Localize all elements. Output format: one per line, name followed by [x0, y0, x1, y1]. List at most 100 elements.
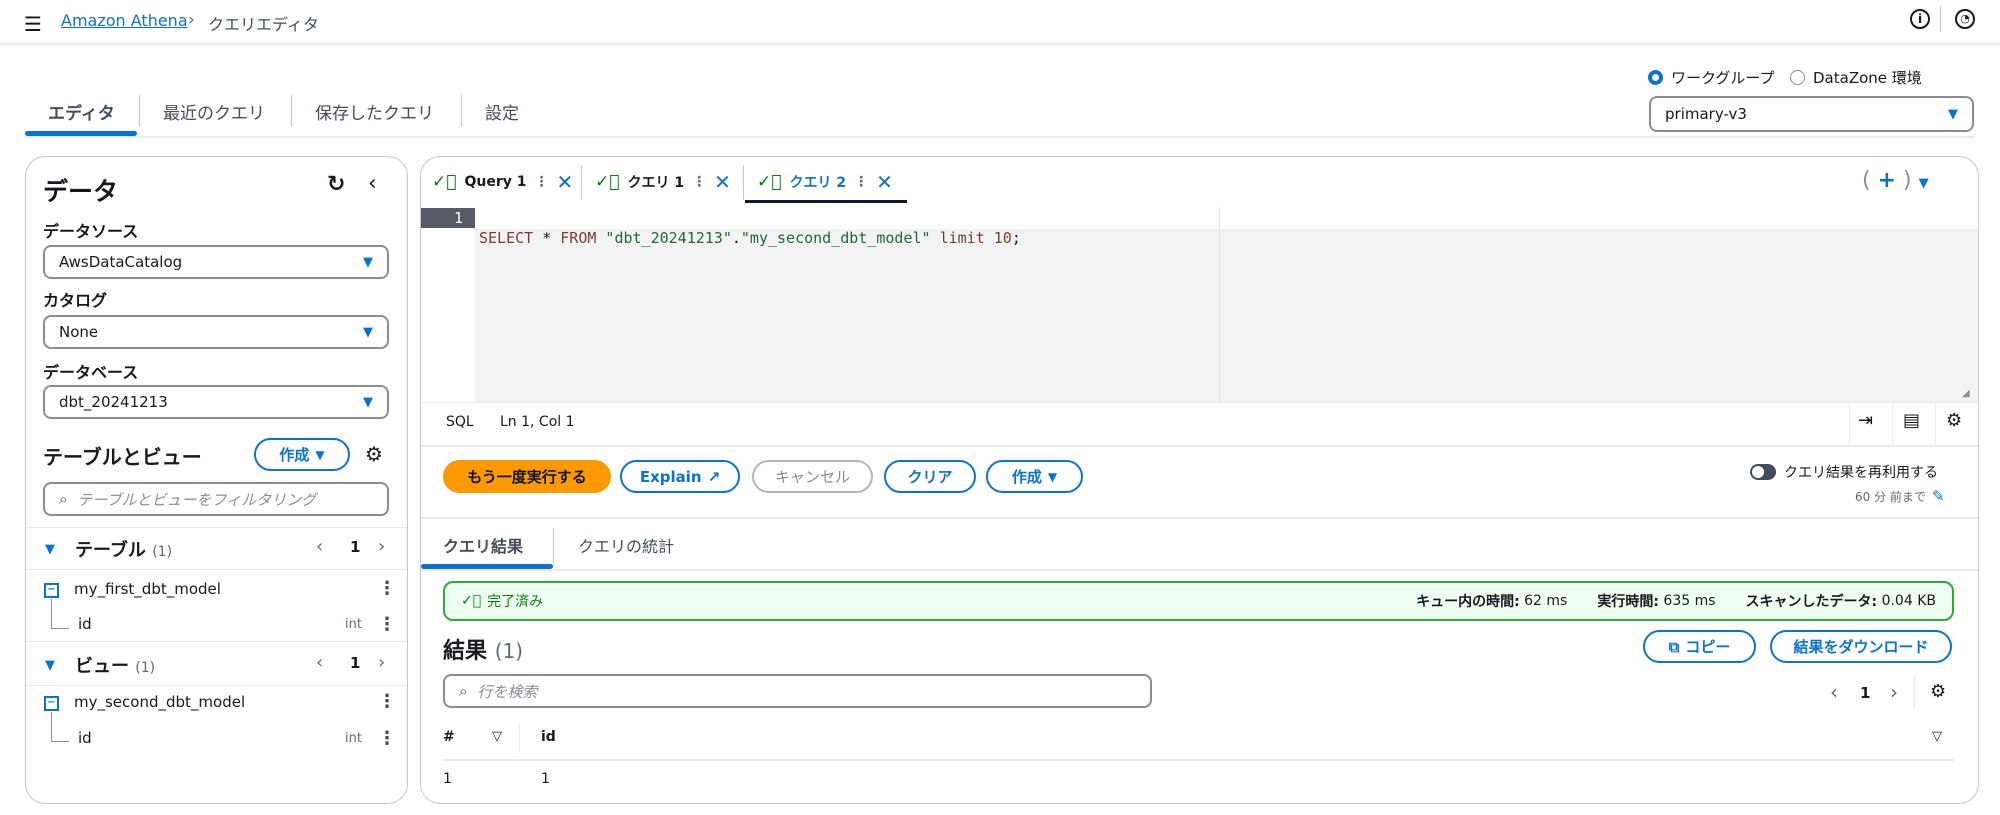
download-results-button[interactable]: 結果をダウンロード: [1770, 630, 1952, 663]
table-collapse-icon[interactable]: −: [44, 583, 59, 598]
query-tab-1[interactable]: ✓⃝ Query 1 ⋮ ✕: [432, 170, 573, 194]
add-query-tab-button[interactable]: ( + ) ▼: [1862, 168, 1929, 193]
reuse-age-label: 60 分 前まで: [1855, 489, 1926, 504]
copy-button[interactable]: ⧉ コピー: [1643, 630, 1756, 663]
query-tab-2[interactable]: ✓⃝ クエリ 1 ⋮ ✕: [595, 170, 731, 194]
more-actions-icon[interactable]: ⋮: [378, 691, 396, 712]
cancel-button[interactable]: キャンセル: [752, 460, 873, 493]
close-icon[interactable]: ✕: [714, 170, 731, 194]
copy-label: コピー: [1685, 638, 1731, 656]
radio-selected-icon: [1648, 70, 1663, 85]
breadcrumb-root-link[interactable]: Amazon Athena: [61, 11, 188, 30]
query-tab-label: クエリ 2: [789, 175, 847, 191]
editor-settings-icon[interactable]: ⚙: [1946, 410, 1962, 431]
data-scanned-value: 0.04 KB: [1881, 593, 1936, 609]
tab-settings[interactable]: 設定: [485, 99, 519, 124]
caret-down-icon: ▼: [1948, 106, 1958, 122]
tab-recent-queries[interactable]: 最近のクエリ: [163, 99, 265, 124]
create-table-button[interactable]: 作成 ▼: [254, 438, 350, 471]
table-preferences-icon[interactable]: ⚙: [1930, 681, 1946, 702]
tab-menu-icon[interactable]: ⋮: [692, 174, 706, 190]
next-page-icon[interactable]: ›: [1890, 680, 1898, 704]
view-collapse-icon[interactable]: −: [44, 696, 59, 711]
tables-count: (1): [152, 544, 173, 560]
more-actions-icon[interactable]: ⋮: [378, 728, 396, 749]
more-actions-icon[interactable]: ⋮: [378, 578, 396, 599]
column-type: int: [345, 617, 362, 632]
info-icon[interactable]: i: [1910, 9, 1930, 29]
row-search-input[interactable]: ⌕ 行を検索: [443, 674, 1152, 708]
cell-index: 1: [443, 771, 452, 787]
next-page-icon[interactable]: ›: [378, 536, 385, 557]
sort-icon[interactable]: ▽: [1932, 729, 1942, 744]
breadcrumb-current: クエリエディタ: [208, 15, 319, 34]
prev-page-icon[interactable]: ‹: [316, 652, 323, 673]
workgroup-select[interactable]: primary-v3 ▼: [1649, 96, 1974, 132]
datasource-label: データソース: [43, 222, 139, 241]
sql-code-line[interactable]: SELECT * FROM "dbt_20241213"."my_second_…: [479, 208, 1021, 248]
explain-label: Explain: [639, 467, 702, 486]
datasource-select[interactable]: AwsDataCatalog ▼: [43, 245, 389, 279]
clear-button[interactable]: クリア: [884, 460, 976, 493]
sql-string: "dbt_20241213": [596, 229, 732, 247]
sql-token: ;: [1011, 229, 1021, 247]
tab-query-results[interactable]: クエリ結果: [443, 533, 523, 557]
prev-page-icon[interactable]: ‹: [1830, 680, 1838, 704]
close-icon[interactable]: ✕: [556, 170, 573, 194]
resize-handle-icon[interactable]: ◢: [1962, 388, 1970, 399]
views-label: ビュー: [75, 656, 129, 677]
views-section-header[interactable]: ▼ ビュー (1): [45, 652, 155, 678]
views-page-number: 1: [350, 654, 361, 672]
tables-section-header[interactable]: ▼ テーブル (1): [45, 536, 172, 562]
settings-icon[interactable]: ◔: [1955, 9, 1975, 29]
radio-datazone[interactable]: DataZone 環境: [1790, 67, 1922, 88]
tab-editor[interactable]: エディタ: [48, 99, 115, 124]
next-page-icon[interactable]: ›: [378, 652, 385, 673]
view-item-name[interactable]: my_second_dbt_model: [74, 693, 245, 711]
tab-menu-icon[interactable]: ⋮: [854, 174, 868, 190]
keyboard-shortcuts-icon[interactable]: ▤: [1903, 410, 1920, 431]
exec-time-label: 実行時間:: [1597, 594, 1659, 610]
views-count: (1): [135, 660, 156, 676]
menu-icon[interactable]: ☰: [24, 12, 42, 36]
query-tab-3-active[interactable]: ✓⃝ クエリ 2 ⋮ ✕: [757, 170, 893, 194]
row-search-placeholder: 行を検索: [477, 682, 538, 701]
tables-page-number: 1: [350, 538, 361, 556]
sort-icon[interactable]: ▽: [492, 729, 502, 744]
create-label: 作成: [279, 446, 310, 464]
table-item-name[interactable]: my_first_dbt_model: [74, 580, 221, 598]
results-title: 結果 (1): [443, 633, 523, 665]
more-actions-icon[interactable]: ⋮: [378, 614, 396, 635]
refresh-icon[interactable]: ↻: [327, 172, 345, 197]
sql-string: "my_second_dbt_model": [740, 229, 931, 247]
caret-down-icon: ▼: [363, 324, 373, 340]
results-count: (1): [494, 639, 524, 663]
success-check-icon: ✓⃝: [757, 172, 782, 192]
tab-saved-queries[interactable]: 保存したクエリ: [315, 99, 434, 124]
database-select[interactable]: dbt_20241213 ▼: [43, 385, 389, 419]
queue-time-label: キュー内の時間:: [1416, 594, 1520, 610]
tab-menu-icon[interactable]: ⋮: [534, 174, 548, 190]
tab-query-stats[interactable]: クエリの統計: [578, 533, 674, 557]
radio-workgroup[interactable]: ワークグループ: [1648, 67, 1775, 88]
run-again-button[interactable]: もう一度実行する: [443, 460, 611, 493]
create-button[interactable]: 作成 ▼: [986, 460, 1083, 493]
format-query-icon[interactable]: ⇥: [1858, 410, 1873, 431]
close-icon[interactable]: ✕: [876, 170, 893, 194]
reuse-results-toggle[interactable]: クエリ結果を再利用する: [1750, 462, 1938, 482]
filter-input[interactable]: ⌕ テーブルとビューをフィルタリング: [43, 482, 389, 516]
gear-icon[interactable]: ⚙: [365, 442, 383, 466]
create-label: 作成: [1011, 468, 1042, 486]
search-icon: ⌕: [59, 490, 68, 508]
column-header-id[interactable]: id: [541, 729, 556, 745]
catalog-select[interactable]: None ▼: [43, 315, 389, 349]
sql-number: 10: [993, 229, 1012, 247]
expand-caret-icon: ▼: [45, 657, 55, 673]
edit-pencil-icon[interactable]: ✎: [1932, 487, 1945, 505]
toggle-switch[interactable]: [1750, 464, 1776, 480]
collapse-panel-icon[interactable]: ‹: [368, 171, 377, 196]
explain-button[interactable]: Explain ↗: [620, 460, 740, 493]
cursor-position: Ln 1, Col 1: [500, 414, 575, 430]
prev-page-icon[interactable]: ‹: [316, 536, 323, 557]
caret-down-icon[interactable]: ▼: [1919, 176, 1929, 191]
